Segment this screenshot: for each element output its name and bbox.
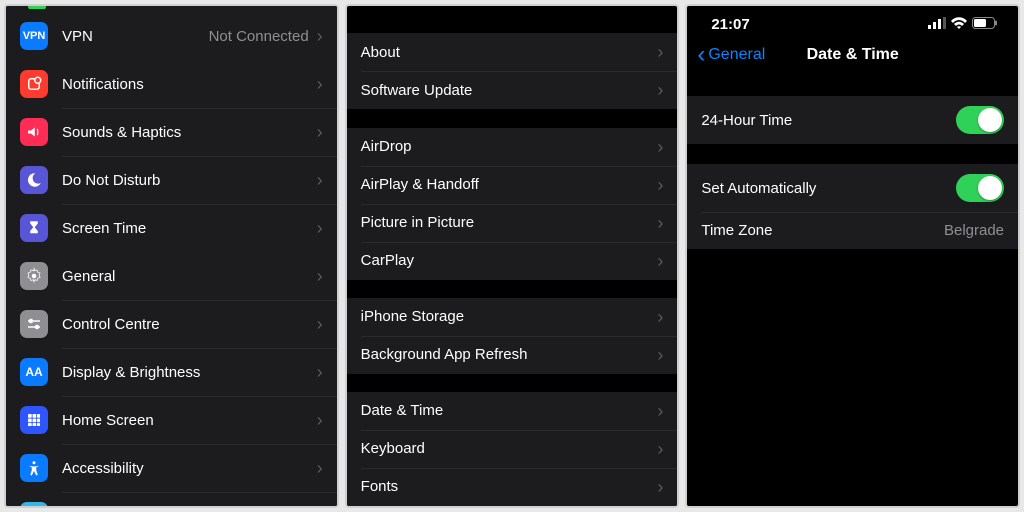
row-bgapp[interactable]: Background App Refresh › [347,336,678,374]
general-label: General [62,268,309,285]
sounds-label: Sounds & Haptics [62,124,309,141]
wallpaper-label: Wallpaper [62,508,309,509]
display-label: Display & Brightness [62,364,309,381]
datetime-label: Date & Time [361,402,650,419]
row-software-update[interactable]: Software Update › [347,71,678,109]
row-24hour[interactable]: 24-Hour Time [687,96,1018,144]
row-accessibility[interactable]: Accessibility › [6,444,337,492]
carplay-label: CarPlay [361,252,650,269]
timezone-value: Belgrade [944,222,1004,239]
row-storage[interactable]: iPhone Storage › [347,298,678,336]
dnd-label: Do Not Disturb [62,172,309,189]
row-general[interactable]: General › [6,252,337,300]
control-centre-label: Control Centre [62,316,309,333]
moon-icon [20,166,48,194]
set-automatically-label: Set Automatically [701,180,956,197]
chevron-right-icon: › [657,346,663,364]
software-update-label: Software Update [361,82,650,99]
vpn-label: VPN [62,28,209,45]
chevron-right-icon: › [657,138,663,156]
fonts-label: Fonts [361,478,650,495]
chevron-right-icon: › [657,43,663,61]
bgapp-label: Background App Refresh [361,346,650,363]
chevron-right-icon: › [657,214,663,232]
row-home-screen[interactable]: Home Screen › [6,396,337,444]
24hour-label: 24-Hour Time [701,112,956,129]
notifications-label: Notifications [62,76,309,93]
row-wallpaper[interactable]: Wallpaper › [6,492,337,508]
grid-icon [20,406,48,434]
chevron-right-icon: › [317,315,323,333]
chevron-right-icon: › [317,267,323,285]
gear-icon [20,262,48,290]
wifi-icon [951,16,967,33]
row-notifications[interactable]: Notifications › [6,60,337,108]
chevron-right-icon: › [317,411,323,429]
partial-toggle [28,5,46,9]
back-label: General [708,46,765,64]
chevron-right-icon: › [657,440,663,458]
vpn-status: Not Connected [209,28,309,45]
chevron-right-icon: › [657,478,663,496]
row-airplay[interactable]: AirPlay & Handoff › [347,166,678,204]
flower-icon [20,502,48,508]
screentime-label: Screen Time [62,220,309,237]
chevron-right-icon: › [657,81,663,99]
row-timezone[interactable]: Time Zone Belgrade [687,212,1018,249]
accessibility-icon [20,454,48,482]
pip-label: Picture in Picture [361,214,650,231]
timezone-label: Time Zone [701,222,944,239]
sounds-icon [20,118,48,146]
chevron-right-icon: › [657,308,663,326]
row-set-automatically[interactable]: Set Automatically [687,164,1018,212]
row-display[interactable]: AA Display & Brightness › [6,348,337,396]
cellular-icon [928,16,946,33]
status-time: 21:07 [711,16,749,33]
chevron-right-icon: › [317,171,323,189]
about-label: About [361,44,650,61]
toggle-24hour[interactable] [956,106,1004,134]
chevron-right-icon: › [657,176,663,194]
row-dnd[interactable]: Do Not Disturb › [6,156,337,204]
accessibility-label: Accessibility [62,460,309,477]
chevron-right-icon: › [317,75,323,93]
chevron-right-icon: › [657,252,663,270]
airplay-label: AirPlay & Handoff [361,176,650,193]
notifications-icon [20,70,48,98]
chevron-right-icon: › [317,363,323,381]
row-keyboard[interactable]: Keyboard › [347,430,678,468]
back-button[interactable]: ‹ General [697,45,765,64]
row-pip[interactable]: Picture in Picture › [347,204,678,242]
row-control-centre[interactable]: Control Centre › [6,300,337,348]
text-size-icon: AA [20,358,48,386]
row-about[interactable]: About › [347,33,678,71]
chevron-left-icon: ‹ [697,45,705,64]
chevron-right-icon: › [317,507,323,508]
airdrop-label: AirDrop [361,138,650,155]
chevron-right-icon: › [317,459,323,477]
storage-label: iPhone Storage [361,308,650,325]
battery-icon [972,16,998,33]
row-screentime[interactable]: Screen Time › [6,204,337,252]
chevron-right-icon: › [657,402,663,420]
home-screen-label: Home Screen [62,412,309,429]
toggle-set-automatically[interactable] [956,174,1004,202]
row-fonts[interactable]: Fonts › [347,468,678,506]
row-vpn[interactable]: VPN VPN Not Connected › [6,12,337,60]
chevron-right-icon: › [317,219,323,237]
row-carplay[interactable]: CarPlay › [347,242,678,280]
chevron-right-icon: › [317,123,323,141]
sliders-icon [20,310,48,338]
row-airdrop[interactable]: AirDrop › [347,128,678,166]
row-datetime[interactable]: Date & Time › [347,392,678,430]
chevron-right-icon: › [317,27,323,45]
hourglass-icon [20,214,48,242]
vpn-icon: VPN [20,22,48,50]
keyboard-label: Keyboard [361,440,650,457]
row-sounds[interactable]: Sounds & Haptics › [6,108,337,156]
